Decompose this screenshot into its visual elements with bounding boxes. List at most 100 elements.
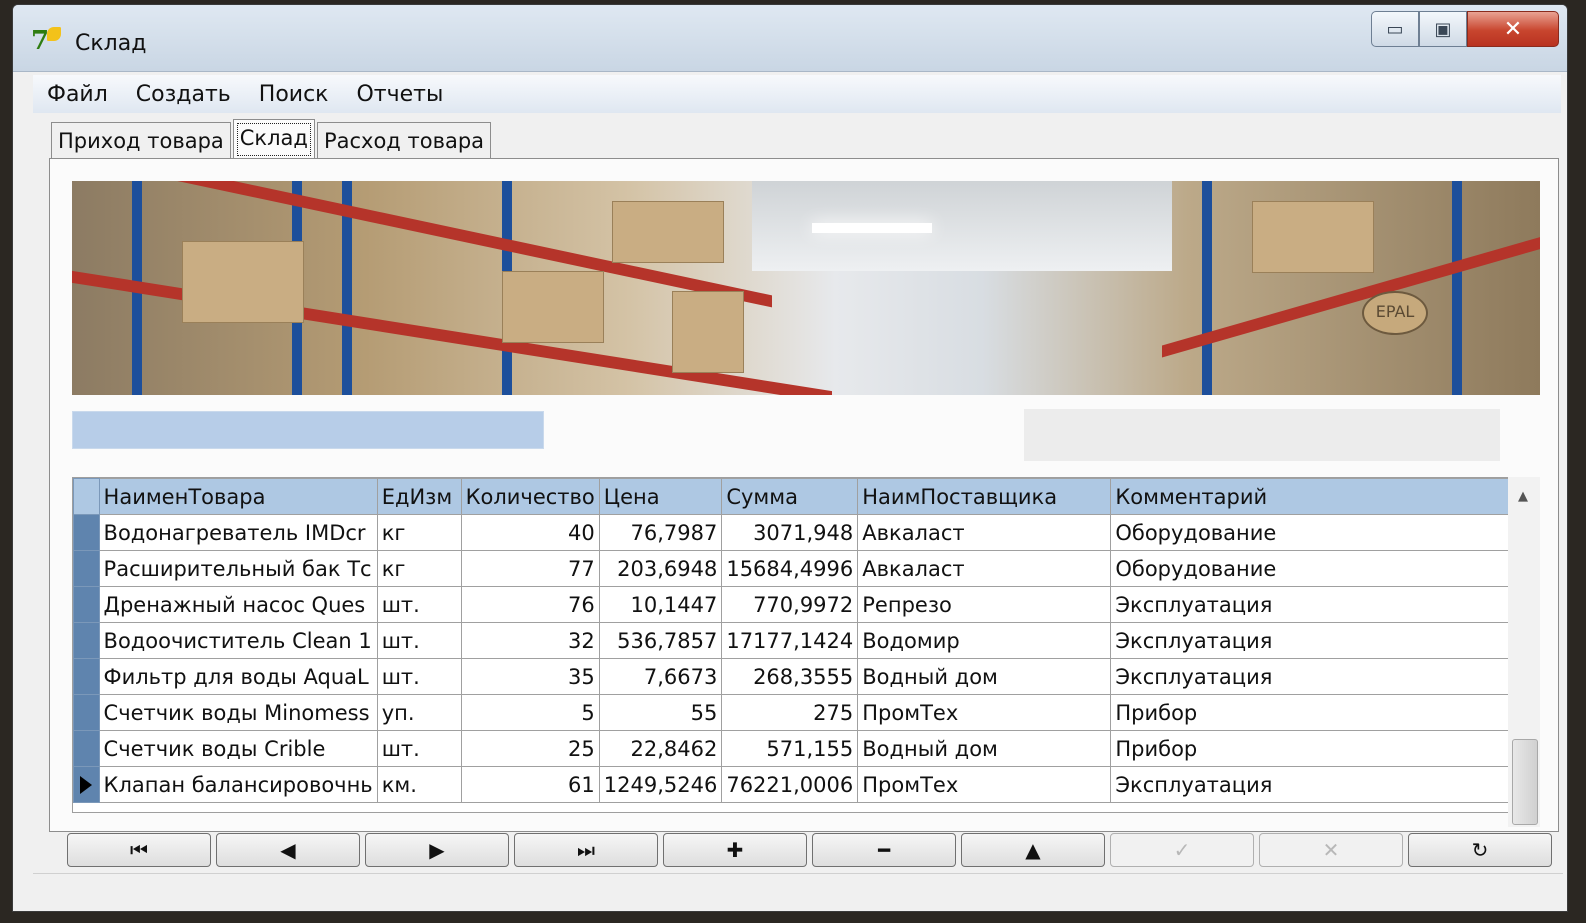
table-cell[interactable]: Водонагреватель IMDcr (98, 514, 378, 551)
nav-next-button[interactable]: ▶ (365, 833, 509, 867)
row-indicator[interactable] (73, 622, 100, 659)
table-cell[interactable]: Водный дом (857, 658, 1112, 695)
menu-create[interactable]: Создать (122, 82, 245, 107)
row-indicator[interactable] (73, 514, 100, 551)
table-cell[interactable]: Эксплуатация (1110, 766, 1517, 803)
tab-outgoing[interactable]: Расход товара (316, 122, 492, 159)
nav-refresh-button[interactable]: ↻ (1408, 833, 1552, 867)
table-cell[interactable]: ПромТех (857, 694, 1112, 731)
tab-incoming[interactable]: Приход товара (51, 122, 231, 159)
table-row[interactable]: Счетчик воды Crible шт. 25 22,8462 571,155 Во… (73, 730, 1517, 767)
table-cell[interactable]: Водный дом (857, 730, 1112, 767)
table-cell[interactable]: Фильтр для воды AquaL (98, 658, 378, 695)
nav-insert-button[interactable]: ✚ (663, 833, 807, 867)
table-cell[interactable]: 76 (460, 586, 600, 623)
scroll-up-icon[interactable]: ▲ (1518, 489, 1528, 504)
search-bar-field[interactable] (72, 411, 544, 449)
table-cell[interactable]: 76,7987 (598, 514, 723, 551)
table-cell[interactable]: Расширительный бак Тс (98, 550, 378, 587)
nav-last-button[interactable]: ⏭ (514, 833, 658, 867)
stock-data-grid[interactable]: НаименТовара ЕдИзм Количество Цена Сумма… (72, 477, 1518, 813)
table-cell[interactable]: 76221,0006 (721, 766, 859, 803)
table-cell[interactable]: шт. (376, 586, 462, 623)
table-cell[interactable]: 571,155 (721, 730, 859, 767)
row-indicator[interactable] (73, 694, 100, 731)
table-cell[interactable]: уп. (376, 694, 462, 731)
grid-vertical-scrollbar[interactable]: ▲ (1508, 477, 1540, 827)
table-cell[interactable]: Оборудование (1110, 514, 1517, 551)
nav-edit-button[interactable]: ▲ (961, 833, 1105, 867)
table-cell[interactable]: Эксплуатация (1110, 586, 1517, 623)
table-cell[interactable]: Прибор (1110, 694, 1517, 731)
table-cell[interactable]: 61 (460, 766, 600, 803)
table-cell[interactable]: Репрезо (857, 586, 1112, 623)
table-cell[interactable]: 770,9972 (721, 586, 859, 623)
table-cell[interactable]: ПромТех (857, 766, 1112, 803)
table-cell[interactable]: 15684,4996 (721, 550, 859, 587)
row-indicator[interactable] (73, 658, 100, 695)
table-cell[interactable]: Прибор (1110, 730, 1517, 767)
nav-first-button[interactable]: ⏮ (67, 833, 211, 867)
table-cell[interactable]: Оборудование (1110, 550, 1517, 587)
close-button[interactable]: ✕ (1467, 11, 1559, 47)
table-row[interactable]: Расширительный бак Тс кг 77 203,6948 15684,4… (73, 550, 1517, 587)
column-header[interactable]: Комментарий (1110, 478, 1517, 515)
menu-search[interactable]: Поиск (245, 82, 343, 107)
table-cell[interactable]: 275 (721, 694, 859, 731)
column-header[interactable]: Сумма (721, 478, 859, 515)
row-indicator[interactable] (73, 586, 100, 623)
table-cell[interactable]: 22,8462 (598, 730, 723, 767)
table-cell[interactable]: 1249,5246 (598, 766, 723, 803)
column-header[interactable]: Количество (460, 478, 600, 515)
table-cell[interactable]: 35 (460, 658, 600, 695)
table-cell[interactable]: 5 (460, 694, 600, 731)
table-cell[interactable]: шт. (376, 730, 462, 767)
row-indicator[interactable] (73, 730, 100, 767)
row-indicator[interactable] (73, 766, 100, 803)
table-cell[interactable]: 25 (460, 730, 600, 767)
table-row[interactable]: Дренажный насос Ques шт. 76 10,1447 770,9972… (73, 586, 1517, 623)
scroll-thumb[interactable] (1512, 739, 1538, 825)
table-cell[interactable]: 536,7857 (598, 622, 723, 659)
table-row[interactable]: Водонагреватель IMDcr кг 40 76,7987 3071,948… (73, 514, 1517, 551)
table-cell[interactable]: Водоочиститель Clean 1 (98, 622, 378, 659)
tab-warehouse[interactable]: Склад (232, 119, 315, 160)
table-cell[interactable]: 17177,1424 (721, 622, 859, 659)
table-cell[interactable]: шт. (376, 658, 462, 695)
table-cell[interactable]: 77 (460, 550, 600, 587)
table-cell[interactable]: Эксплуатация (1110, 658, 1517, 695)
table-cell[interactable]: Дренажный насос Ques (98, 586, 378, 623)
table-cell[interactable]: 3071,948 (721, 514, 859, 551)
nav-delete-button[interactable]: ━ (812, 833, 956, 867)
table-cell[interactable]: Эксплуатация (1110, 622, 1517, 659)
table-row[interactable]: Счетчик воды Minomess уп. 5 55 275 ПромТех При… (73, 694, 1517, 731)
column-header[interactable]: НаимПоставщика (857, 478, 1112, 515)
table-cell[interactable]: шт. (376, 622, 462, 659)
table-cell[interactable]: 55 (598, 694, 723, 731)
maximize-button[interactable]: ▣ (1419, 11, 1467, 47)
table-cell[interactable]: Авкаласт (857, 550, 1112, 587)
table-cell[interactable]: 7,6673 (598, 658, 723, 695)
row-indicator[interactable] (73, 550, 100, 587)
table-cell[interactable]: 10,1447 (598, 586, 723, 623)
table-row[interactable]: Водоочиститель Clean 1 шт. 32 536,7857 17177… (73, 622, 1517, 659)
table-cell[interactable]: Счетчик воды Minomess (98, 694, 378, 731)
title-bar[interactable]: 7 Склад ▭ ▣ ✕ (13, 5, 1567, 72)
column-header[interactable]: Цена (598, 478, 723, 515)
table-cell[interactable]: 268,3555 (721, 658, 859, 695)
table-cell[interactable]: Авкаласт (857, 514, 1112, 551)
nav-prior-button[interactable]: ◀ (216, 833, 360, 867)
table-cell[interactable]: Водомир (857, 622, 1112, 659)
menu-reports[interactable]: Отчеты (342, 82, 457, 107)
menu-file[interactable]: Файл (33, 82, 122, 107)
column-header[interactable]: ЕдИзм (376, 478, 462, 515)
table-cell[interactable]: 32 (460, 622, 600, 659)
table-cell[interactable]: кг (376, 550, 462, 587)
table-row[interactable]: Клапан балансировочнь км. 61 1249,5246 76221… (73, 766, 1517, 803)
table-row[interactable]: Фильтр для воды AquaL шт. 35 7,6673 268,3555… (73, 658, 1517, 695)
column-header[interactable]: НаименТовара (98, 478, 378, 515)
table-cell[interactable]: Счетчик воды Crible (98, 730, 378, 767)
table-cell[interactable]: 40 (460, 514, 600, 551)
table-cell[interactable]: км. (376, 766, 462, 803)
minimize-button[interactable]: ▭ (1371, 11, 1419, 47)
